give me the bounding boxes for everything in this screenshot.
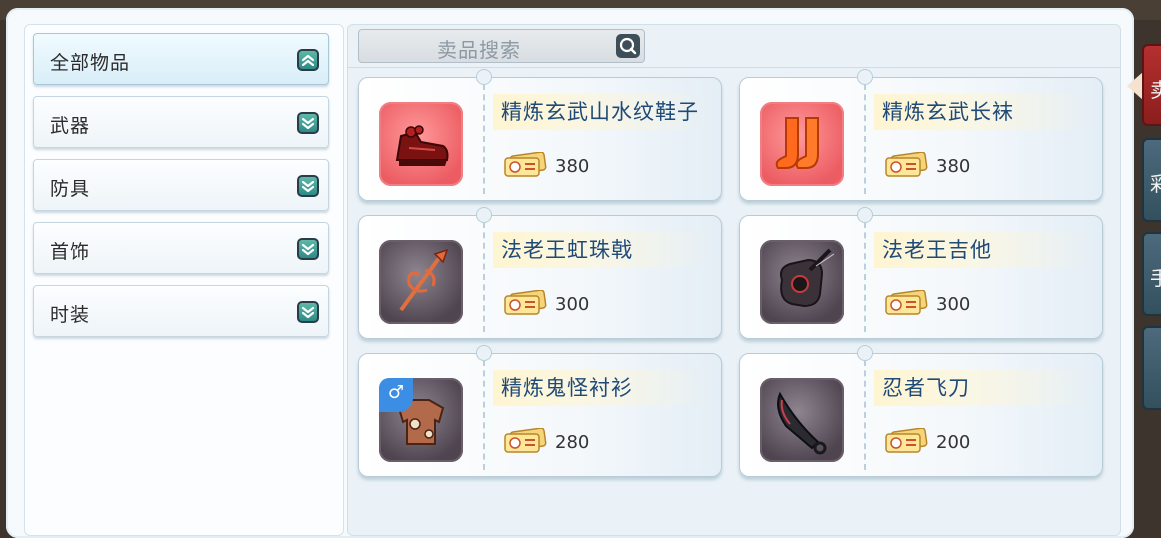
item-list-area: 卖品搜索 精炼玄武山水纹鞋子 380 精炼玄武长袜 380 法老王虹珠戟 300… bbox=[347, 24, 1121, 536]
male-badge: ♂ bbox=[379, 378, 413, 412]
category-weapons[interactable]: 武器 bbox=[33, 96, 329, 148]
card-divider bbox=[483, 84, 485, 194]
item-price: 300 bbox=[555, 294, 590, 315]
category-fashion[interactable]: 时装 bbox=[33, 285, 329, 337]
card-notch bbox=[857, 345, 873, 361]
search-placeholder: 卖品搜索 bbox=[437, 38, 521, 62]
chevron-down-icon[interactable] bbox=[297, 175, 319, 197]
card-divider bbox=[864, 84, 866, 194]
chevron-up-icon[interactable] bbox=[297, 49, 319, 71]
category-accessories[interactable]: 首饰 bbox=[33, 222, 329, 274]
item-name: 法老王虹珠戟 bbox=[501, 238, 633, 262]
side-tab-sell[interactable]: 卖 bbox=[1142, 44, 1161, 126]
category-sidebar: 全部物品 武器 防具 首饰 时装 bbox=[24, 24, 344, 536]
category-label: 武器 bbox=[50, 115, 91, 137]
coupon-icon bbox=[882, 151, 928, 182]
card-notch bbox=[857, 69, 873, 85]
halberd-icon bbox=[379, 240, 463, 324]
coupon-icon bbox=[882, 427, 928, 458]
card-divider bbox=[483, 222, 485, 332]
side-tab-label: 手 bbox=[1150, 266, 1161, 290]
side-tab-2[interactable]: 彩 bbox=[1142, 138, 1161, 222]
side-tab-4[interactable] bbox=[1142, 326, 1161, 410]
item-name: 忍者飞刀 bbox=[882, 376, 970, 400]
chevron-down-icon[interactable] bbox=[297, 238, 319, 260]
item-card[interactable]: 精炼玄武山水纹鞋子 380 bbox=[358, 69, 722, 201]
chevron-down-icon[interactable] bbox=[297, 301, 319, 323]
item-name: 精炼玄武山水纹鞋子 bbox=[501, 100, 699, 124]
item-card[interactable]: 精炼玄武长袜 380 bbox=[739, 69, 1103, 201]
divider bbox=[348, 67, 1120, 68]
item-name: 法老王吉他 bbox=[882, 238, 992, 262]
item-card[interactable]: 法老王虹珠戟 300 bbox=[358, 207, 722, 339]
item-card[interactable]: 法老王吉他 300 bbox=[739, 207, 1103, 339]
item-card[interactable]: ♂ 精炼鬼怪衬衫 280 bbox=[358, 345, 722, 477]
dagger-icon bbox=[760, 378, 844, 462]
chevron-down-icon[interactable] bbox=[297, 112, 319, 134]
category-label: 首饰 bbox=[50, 241, 91, 263]
card-notch bbox=[857, 207, 873, 223]
coupon-icon bbox=[501, 289, 547, 320]
card-notch bbox=[476, 207, 492, 223]
search-icon[interactable] bbox=[616, 34, 640, 58]
item-price: 380 bbox=[936, 156, 971, 177]
coupon-icon bbox=[501, 151, 547, 182]
category-label: 时装 bbox=[50, 304, 91, 326]
category-label: 防具 bbox=[50, 178, 91, 200]
coupon-icon bbox=[501, 427, 547, 458]
side-tab-label: 彩 bbox=[1150, 172, 1161, 196]
category-all-items[interactable]: 全部物品 bbox=[33, 33, 329, 85]
category-label: 全部物品 bbox=[50, 52, 131, 74]
side-tab-label: 卖 bbox=[1150, 78, 1161, 102]
side-tab-3[interactable]: 手 bbox=[1142, 232, 1161, 316]
item-name: 精炼鬼怪衬衫 bbox=[501, 376, 633, 400]
card-notch bbox=[476, 69, 492, 85]
active-tab-pointer bbox=[1127, 72, 1143, 100]
guitar-icon bbox=[760, 240, 844, 324]
card-divider bbox=[864, 360, 866, 470]
item-price: 280 bbox=[555, 432, 590, 453]
card-divider bbox=[483, 360, 485, 470]
card-notch bbox=[476, 345, 492, 361]
socks-icon bbox=[760, 102, 844, 186]
card-divider bbox=[864, 222, 866, 332]
coupon-icon bbox=[882, 289, 928, 320]
search-input[interactable]: 卖品搜索 bbox=[358, 29, 645, 63]
item-card[interactable]: 忍者飞刀 200 bbox=[739, 345, 1103, 477]
shoes-icon bbox=[379, 102, 463, 186]
item-price: 300 bbox=[936, 294, 971, 315]
category-armor[interactable]: 防具 bbox=[33, 159, 329, 211]
item-price: 200 bbox=[936, 432, 971, 453]
item-price: 380 bbox=[555, 156, 590, 177]
item-name: 精炼玄武长袜 bbox=[882, 100, 1014, 124]
